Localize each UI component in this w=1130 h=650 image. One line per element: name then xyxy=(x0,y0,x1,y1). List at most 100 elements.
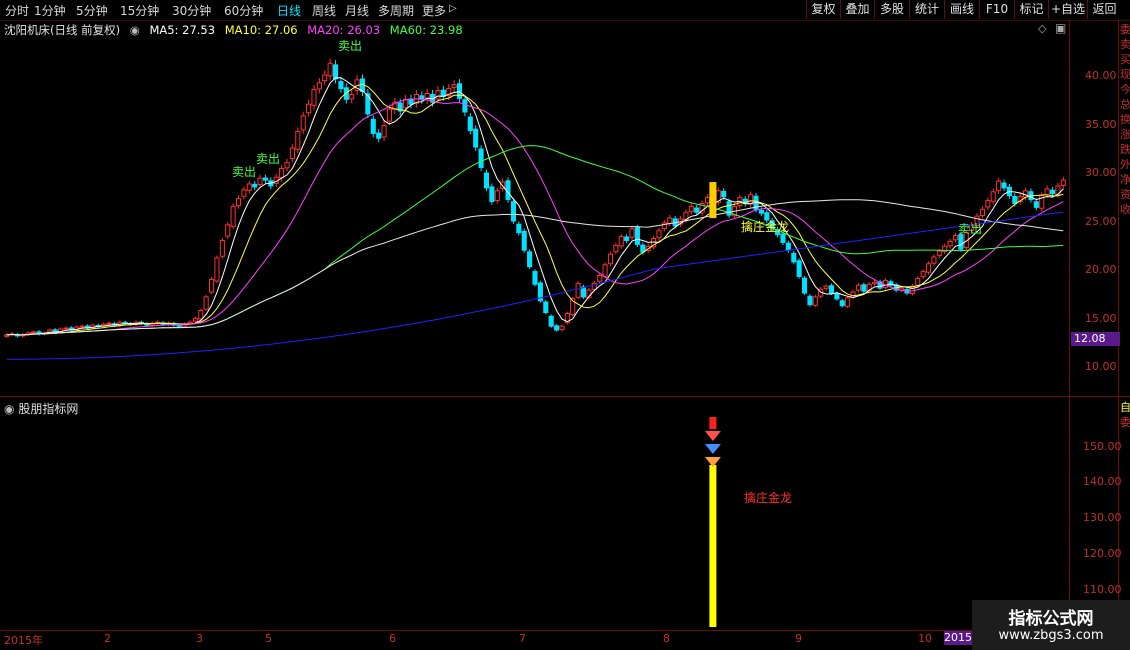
price-tick: 25.00 xyxy=(1085,215,1117,228)
signal-label-main: 擒庄金龙 xyxy=(741,220,790,234)
quote-strip[interactable]: 委 卖 买 现 今 总 换 涨 跌 外 净 资 收 xyxy=(1120,22,1130,392)
candle-body xyxy=(785,242,791,251)
collapse-icon[interactable]: ◉ xyxy=(4,402,14,416)
candle-body xyxy=(796,260,802,277)
period-tab-60min[interactable]: 60分钟 xyxy=(224,2,263,19)
candle-body xyxy=(279,167,285,179)
multi-stock-button[interactable]: 多股 xyxy=(874,0,909,19)
candle-body xyxy=(252,183,258,188)
candle-body xyxy=(823,285,829,289)
candle-body xyxy=(667,217,673,224)
period-tab-monthly[interactable]: 月线 xyxy=(345,2,369,19)
current-price-tag: 12.08 xyxy=(1071,332,1120,346)
candle-body xyxy=(915,277,921,286)
strip-divider xyxy=(1118,20,1119,630)
period-tab-30min[interactable]: 30分钟 xyxy=(172,2,211,19)
candle-body xyxy=(257,177,263,186)
candle-body xyxy=(338,81,344,90)
candle-body xyxy=(510,201,516,222)
candle-body xyxy=(332,64,339,80)
indicator-tick: 130.00 xyxy=(1083,511,1122,524)
strip-char: 换 xyxy=(1120,113,1130,126)
strip-char: 总 xyxy=(1120,98,1130,111)
date-tick: 2015年 xyxy=(4,634,43,647)
candle-body xyxy=(262,177,269,181)
strip-char: 跌 xyxy=(1120,143,1130,156)
indicator-tick: 120.00 xyxy=(1083,547,1122,560)
period-tab-more[interactable]: 更多 xyxy=(422,2,446,19)
candle-body xyxy=(527,251,533,268)
candle-body xyxy=(780,233,786,243)
candle-body xyxy=(376,132,382,139)
statistics-button[interactable]: 统计 xyxy=(909,0,944,19)
period-tab-weekly[interactable]: 周线 xyxy=(312,2,336,19)
strip-char: 委 xyxy=(1120,416,1130,429)
candle-body xyxy=(656,230,662,239)
more-arrow-icon[interactable]: ▷ xyxy=(449,3,457,14)
candle-body xyxy=(855,284,862,291)
candle-body xyxy=(370,118,376,134)
draw-line-button[interactable]: 画线 xyxy=(944,0,979,19)
strip-char: 净 xyxy=(1120,173,1130,186)
watermark-title: 指标公式网 xyxy=(1008,609,1094,629)
add-watchlist-button[interactable]: +自选 xyxy=(1048,0,1087,19)
price-tick: 40.00 xyxy=(1085,69,1117,82)
candle-body xyxy=(845,297,851,307)
date-tick: 7 xyxy=(519,632,526,645)
candle-body xyxy=(456,83,463,99)
sell-marker: 卖出 xyxy=(256,152,281,166)
period-tab-daily[interactable]: 日线 xyxy=(277,2,301,19)
candle-body xyxy=(478,148,484,168)
strip-char: 卖 xyxy=(1120,38,1130,51)
adjust-button[interactable]: 复权 xyxy=(806,0,840,19)
price-tick: 35.00 xyxy=(1085,118,1117,131)
candle-body xyxy=(381,125,387,138)
price-tick: 20.00 xyxy=(1085,263,1117,276)
candle-body xyxy=(63,327,69,330)
candle-body xyxy=(284,162,290,169)
date-tick: 8 xyxy=(663,632,670,645)
gem-icon xyxy=(704,457,721,467)
candle-body xyxy=(316,82,322,90)
candle-body xyxy=(246,183,252,191)
strip-char: 涨 xyxy=(1120,128,1130,141)
date-tick: 2 xyxy=(104,632,111,645)
candle-body xyxy=(543,301,549,313)
candlestick-chart[interactable] xyxy=(0,20,1070,630)
candle-body xyxy=(306,103,312,114)
period-tab-5min[interactable]: 5分钟 xyxy=(76,2,108,19)
candle-body xyxy=(624,236,630,241)
period-tab-multi[interactable]: 多周期 xyxy=(378,2,414,19)
period-tab-15min[interactable]: 15分钟 xyxy=(120,2,159,19)
candle-body xyxy=(327,62,333,77)
candle-body xyxy=(985,200,991,208)
indicator-tick: 150.00 xyxy=(1083,440,1122,453)
indicator-panel-title: ◉ 股朋指标网 xyxy=(4,400,78,417)
candle-body xyxy=(349,93,355,100)
ma60-line xyxy=(6,145,1064,336)
period-tab-1min[interactable]: 1分钟 xyxy=(34,2,66,19)
ma5-line xyxy=(6,77,1064,336)
candle-body xyxy=(634,227,640,245)
signal-candle xyxy=(709,182,717,219)
candle-body xyxy=(952,235,959,241)
overlay-button[interactable]: 叠加 xyxy=(840,0,874,19)
candle-body xyxy=(203,296,209,310)
signal-bar xyxy=(709,465,717,627)
candle-body xyxy=(554,325,560,331)
candle-body xyxy=(936,250,942,256)
candle-body xyxy=(694,207,700,213)
date-tick: 5 xyxy=(265,632,272,645)
f10-button[interactable]: F10 xyxy=(979,0,1014,19)
mark-button[interactable]: 标记 xyxy=(1014,0,1048,19)
strip-char: 自 xyxy=(1120,401,1130,414)
back-button[interactable]: 返回 xyxy=(1087,0,1121,19)
strip-char: 外 xyxy=(1120,158,1130,171)
period-tab-timeshare[interactable]: 分时 xyxy=(5,2,29,19)
candle-body xyxy=(1049,189,1056,195)
candle-body xyxy=(1060,179,1066,186)
candle-body xyxy=(532,271,538,285)
candle-body xyxy=(521,230,527,251)
gem-icon xyxy=(704,444,721,454)
candle-body xyxy=(834,293,840,300)
